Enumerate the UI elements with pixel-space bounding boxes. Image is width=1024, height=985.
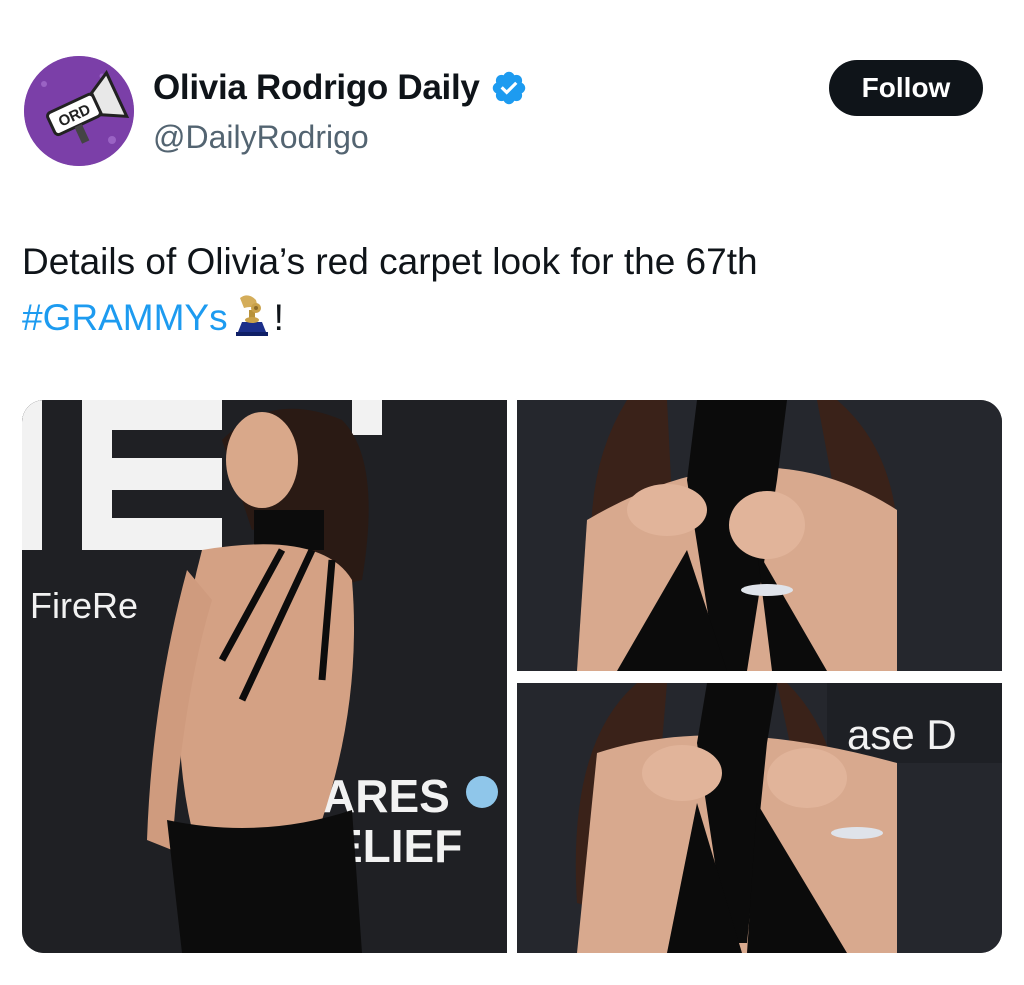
backdrop-text-fire: FireRe <box>30 585 138 626</box>
tweet-text-end: ! <box>273 297 284 338</box>
photo-back-view[interactable]: FireRe ARES ELIEF <box>22 400 507 953</box>
display-name[interactable]: Olivia Rodrigo Daily <box>153 64 480 112</box>
grammy-trophy-icon <box>234 292 270 336</box>
handle[interactable]: @DailyRodrigo <box>153 114 528 160</box>
verified-badge-icon <box>490 69 528 107</box>
tweet-text-body: Details of Olivia’s red carpet look for … <box>22 241 758 282</box>
photo-neckline-detail[interactable] <box>517 400 1002 671</box>
photo-hands-detail[interactable]: ase D <box>517 683 1002 953</box>
hashtag-link[interactable]: #GRAMMYs <box>22 297 228 338</box>
media-grid: FireRe ARES ELIEF ase D <box>22 400 1002 953</box>
follow-button[interactable]: Follow <box>829 60 983 116</box>
avatar[interactable]: ORD <box>24 56 134 166</box>
backdrop-text-d: ase D <box>847 711 957 758</box>
author-block: Olivia Rodrigo Daily @DailyRodrigo <box>153 64 528 160</box>
tweet-text: Details of Olivia’s red carpet look for … <box>22 234 982 346</box>
